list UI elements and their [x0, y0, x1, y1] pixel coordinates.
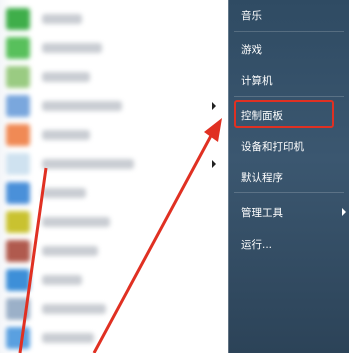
menu-item-label: 音乐 — [241, 10, 262, 22]
blurred-program-name — [42, 72, 90, 82]
program-list-item[interactable] — [0, 62, 222, 92]
program-list-item[interactable] — [0, 4, 222, 34]
menu-divider — [234, 192, 344, 193]
blurred-program-icon — [6, 66, 30, 88]
program-list-item[interactable] — [0, 207, 222, 237]
menu-item-devices-and-printers[interactable]: 设备和打印机 — [228, 133, 349, 159]
blurred-program-icon — [6, 240, 30, 262]
program-list-item[interactable] — [0, 120, 222, 150]
menu-item-label: 计算机 — [241, 75, 273, 87]
program-list-item[interactable] — [0, 178, 222, 208]
blurred-program-icon — [6, 269, 30, 291]
blurred-program-name — [42, 275, 82, 285]
menu-item-run[interactable]: 运行... — [228, 231, 349, 257]
blurred-program-name — [42, 246, 98, 256]
program-list-item[interactable] — [0, 294, 222, 324]
blurred-program-icon — [6, 153, 30, 175]
blurred-program-name — [42, 217, 110, 227]
red-highlight-box — [234, 100, 334, 128]
blurred-program-icon — [6, 37, 30, 59]
menu-item-control-panel[interactable]: 控制面板 — [228, 100, 349, 128]
menu-item-label: 设备和打印机 — [241, 141, 304, 153]
blurred-program-name — [42, 101, 122, 111]
blurred-program-name — [42, 188, 86, 198]
blurred-program-name — [42, 14, 82, 24]
menu-divider — [234, 31, 344, 32]
blurred-program-name — [42, 130, 90, 140]
menu-item-games[interactable]: 游戏 — [228, 36, 349, 62]
program-list-item[interactable] — [0, 149, 222, 179]
start-menu-right-pane: 音乐 游戏 计算机 控制面板 设备和打印机 默认程序 管理工具 运行... — [228, 0, 349, 353]
blurred-program-icon — [6, 95, 30, 117]
blurred-program-name — [42, 43, 102, 53]
submenu-arrow-icon — [212, 102, 216, 110]
menu-item-music[interactable]: 音乐 — [228, 2, 349, 28]
blurred-program-icon — [6, 182, 30, 204]
program-list-item[interactable] — [0, 323, 222, 353]
menu-divider — [234, 96, 344, 97]
blurred-program-name — [42, 333, 94, 343]
program-list-item[interactable] — [0, 265, 222, 295]
submenu-arrow-icon — [342, 208, 346, 216]
menu-item-computer[interactable]: 计算机 — [228, 67, 349, 93]
program-list-item[interactable] — [0, 33, 222, 63]
blurred-program-name — [42, 159, 134, 169]
menu-item-label: 管理工具 — [241, 207, 283, 219]
submenu-arrow-icon — [212, 160, 216, 168]
blurred-program-icon — [6, 8, 30, 30]
program-list-item[interactable] — [0, 236, 222, 266]
menu-item-label: 游戏 — [241, 44, 262, 56]
blurred-program-name — [42, 304, 106, 314]
menu-item-administrative-tools[interactable]: 管理工具 — [228, 199, 349, 225]
blurred-program-icon — [6, 211, 30, 233]
blurred-program-icon — [6, 124, 30, 146]
program-list-item[interactable] — [0, 91, 222, 121]
blurred-program-icon — [6, 327, 30, 349]
menu-item-label: 默认程序 — [241, 172, 283, 184]
blurred-program-icon — [6, 298, 30, 320]
menu-item-label: 运行... — [241, 239, 273, 251]
menu-item-default-programs[interactable]: 默认程序 — [228, 164, 349, 190]
program-list-pane — [0, 0, 228, 353]
